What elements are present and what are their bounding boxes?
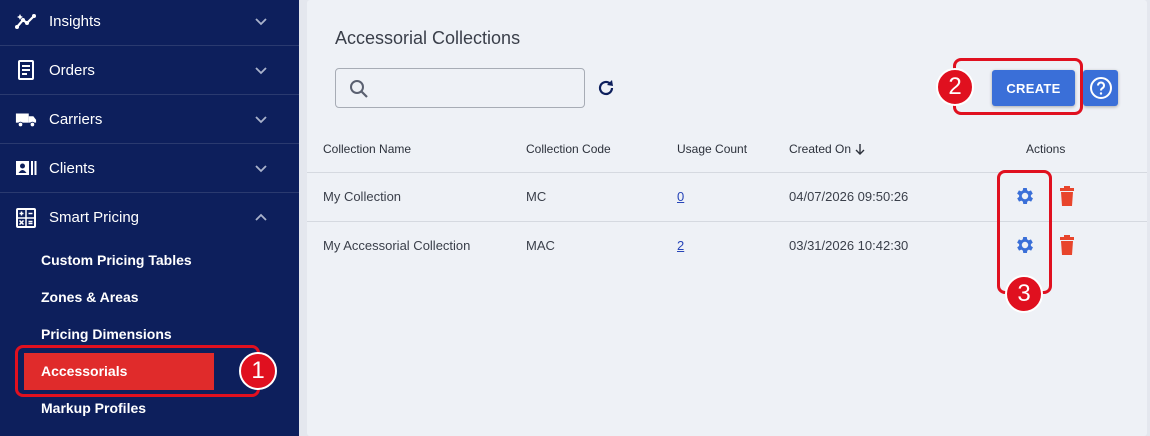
collection-code-cell: MC <box>526 189 547 204</box>
sidebar-subitem-markup-profiles[interactable]: Markup Profiles <box>41 400 146 416</box>
chevron-up-icon <box>255 213 267 221</box>
calculator-icon <box>15 207 37 229</box>
truck-icon <box>15 108 37 130</box>
sidebar-item-insights[interactable]: Insights <box>0 0 299 46</box>
orders-icon <box>15 59 37 81</box>
sidebar-item-carriers[interactable]: Carriers <box>0 95 299 144</box>
callout-number-2: 2 <box>936 68 974 106</box>
created-on-cell: 03/31/2026 10:42:30 <box>789 238 909 253</box>
callout-number-1: 1 <box>239 352 277 390</box>
column-header-collection-code[interactable]: Collection Code <box>526 142 611 156</box>
page-title: Accessorial Collections <box>335 28 521 48</box>
clients-icon <box>15 157 37 179</box>
refresh-icon[interactable] <box>596 78 616 98</box>
sidebar-item-label: Insights <box>49 12 101 30</box>
created-on-cell: 04/07/2026 09:50:26 <box>789 189 909 204</box>
chevron-down-icon <box>255 165 267 173</box>
column-header-collection-name[interactable]: Collection Name <box>323 142 411 156</box>
sort-descending-icon[interactable] <box>854 142 866 156</box>
help-button[interactable] <box>1083 70 1118 106</box>
usage-count-link[interactable]: 0 <box>677 189 684 204</box>
delete-trash-icon[interactable] <box>1059 235 1075 255</box>
sidebar-subitem-custom-pricing-tables[interactable]: Custom Pricing Tables <box>41 252 192 268</box>
sidebar-item-clients[interactable]: Clients <box>0 144 299 193</box>
collection-code-cell: MAC <box>526 238 555 253</box>
chevron-down-icon <box>255 67 267 75</box>
callout-number-3: 3 <box>1005 275 1043 313</box>
callout-highlight-accessorials <box>15 345 260 397</box>
insights-icon <box>15 10 37 32</box>
chevron-down-icon <box>255 116 267 124</box>
search-icon <box>350 80 368 98</box>
column-header-actions: Actions <box>1026 142 1066 156</box>
sidebar-item-label: Orders <box>49 61 95 79</box>
search-field[interactable] <box>335 68 585 108</box>
sidebar-item-label: Clients <box>49 159 95 177</box>
sidebar-item-smart-pricing[interactable]: Smart Pricing <box>0 193 299 242</box>
sidebar-item-label: Carriers <box>49 110 103 128</box>
sidebar-item-label: Smart Pricing <box>49 209 140 226</box>
usage-count-link[interactable]: 2 <box>677 238 684 253</box>
column-header-usage-count[interactable]: Usage Count <box>677 142 747 156</box>
sidebar-subitem-zones-areas[interactable]: Zones & Areas <box>41 289 139 305</box>
chevron-down-icon <box>255 18 267 26</box>
collection-name-cell: My Accessorial Collection <box>323 238 471 253</box>
search-input[interactable] <box>380 77 575 99</box>
collection-name-cell: My Collection <box>323 189 402 204</box>
delete-trash-icon[interactable] <box>1059 186 1075 206</box>
help-icon <box>1089 77 1112 99</box>
sidebar-item-orders[interactable]: Orders <box>0 46 299 95</box>
column-header-created-on[interactable]: Created On <box>789 142 851 156</box>
sidebar-subitem-pricing-dimensions[interactable]: Pricing Dimensions <box>41 326 172 342</box>
